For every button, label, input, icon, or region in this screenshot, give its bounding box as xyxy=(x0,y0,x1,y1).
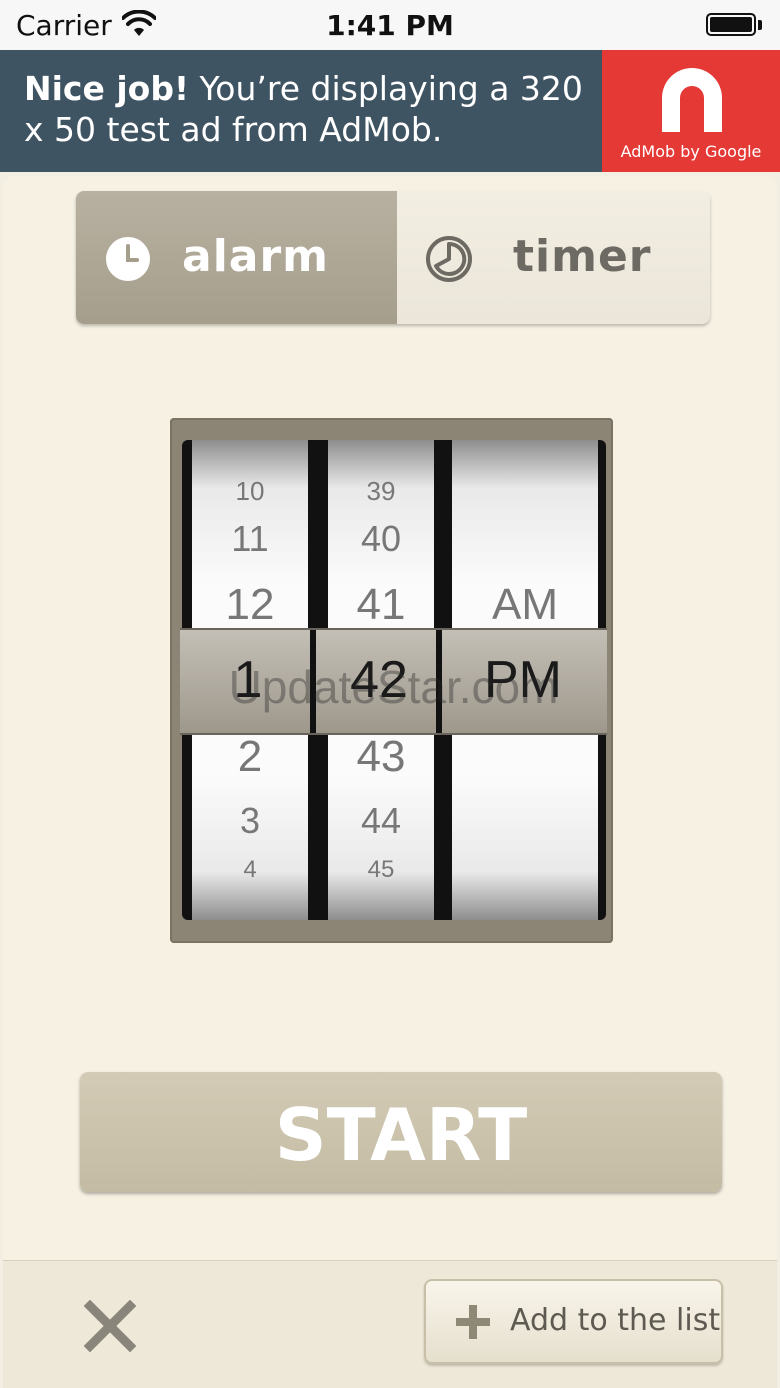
tab-timer[interactable]: timer xyxy=(397,191,710,324)
status-bar: Carrier 1:41 PM xyxy=(0,0,780,50)
selected-meridiem[interactable]: PM xyxy=(450,627,596,734)
selection-divider xyxy=(436,630,442,733)
start-button[interactable]: START xyxy=(80,1072,722,1192)
add-to-list-label: Add to the list xyxy=(510,1303,721,1338)
tab-alarm[interactable]: alarm xyxy=(76,191,397,324)
timer-icon xyxy=(426,236,472,282)
hour-item: 11 xyxy=(231,518,269,559)
hour-item: 3 xyxy=(239,800,261,841)
hour-item: 4 xyxy=(243,856,257,883)
selection-divider xyxy=(310,630,316,733)
minute-item: 44 xyxy=(360,800,402,841)
minute-item: 40 xyxy=(360,518,402,559)
hour-item: 12 xyxy=(225,580,275,629)
minute-item: 45 xyxy=(367,856,395,883)
minute-item: 39 xyxy=(366,476,396,506)
hour-item: 2 xyxy=(237,732,263,781)
ad-logo-text: AdMob by Google xyxy=(620,142,762,161)
mode-segmented-control: alarm timer xyxy=(76,191,710,324)
admob-logo-icon xyxy=(662,68,722,132)
ad-logo-box[interactable]: AdMob by Google xyxy=(602,50,780,172)
ad-text: Nice job! You’re displaying a 320 x 50 t… xyxy=(24,68,594,150)
meridiem-item: AM xyxy=(492,580,558,629)
minute-item: 41 xyxy=(356,580,406,629)
add-to-list-button[interactable]: Add to the list xyxy=(424,1279,723,1364)
hour-item: 10 xyxy=(235,476,265,506)
selected-minute[interactable]: 42 xyxy=(326,627,432,734)
ad-text-bold: Nice job! xyxy=(24,69,190,108)
selected-hour[interactable]: 1 xyxy=(190,627,306,734)
close-icon[interactable] xyxy=(84,1300,136,1352)
tab-timer-label: timer xyxy=(513,231,652,282)
clock-icon xyxy=(106,237,150,281)
ad-banner[interactable]: Nice job! You’re displaying a 320 x 50 t… xyxy=(0,50,780,172)
battery-cap xyxy=(758,20,762,30)
plus-icon xyxy=(456,1305,490,1339)
minute-item: 43 xyxy=(356,732,406,781)
tab-alarm-label: alarm xyxy=(182,231,330,282)
status-time: 1:41 PM xyxy=(326,9,454,42)
battery-icon xyxy=(706,13,756,36)
